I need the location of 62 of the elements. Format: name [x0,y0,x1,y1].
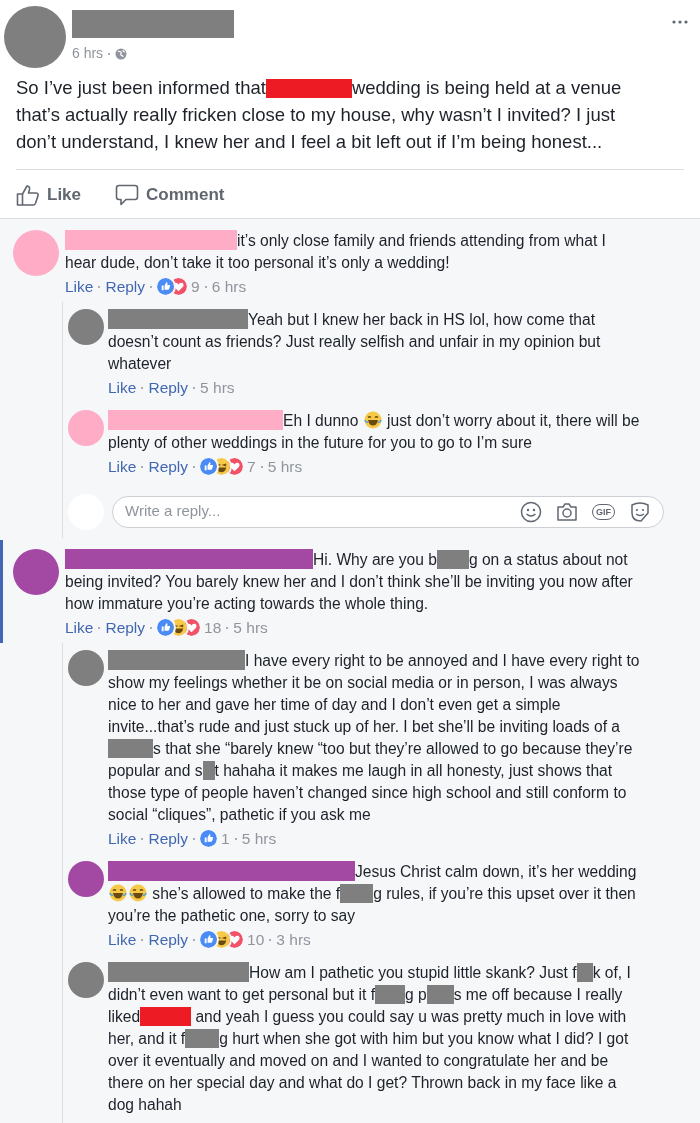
speech-bubble-icon [115,183,140,206]
like-link[interactable]: Like [108,375,137,400]
like-reaction-icon [200,830,218,847]
like-reaction-icon [157,278,175,295]
comment-time: 5 hrs [267,456,303,477]
reaction-count[interactable]: 1 [221,826,230,851]
heart-reaction-icon [226,458,244,475]
comment-text: Yeah but I knew her back in HS lol, how come that doesn’t count as friends? Just really selfish and unfair in my opinion but whatever [108,308,602,374]
laughing-emoji-icon [363,410,382,429]
comment-text: it’s only close family and friends attending from what I hear dude, don’t take it too personal it’s only a wedding! [65,229,607,273]
like-button[interactable]: Like [16,182,82,208]
reply-link[interactable]: Reply [105,274,146,299]
smiley-icon[interactable] [520,500,542,523]
heart-reaction-icon [183,619,201,636]
laughing-reaction-icon [213,931,231,948]
reply-link[interactable]: Reply [148,927,189,952]
like-reaction-icon [200,458,218,475]
laughing-reaction-icon [213,458,231,475]
reaction-count[interactable]: 9 [191,274,200,299]
reaction-count[interactable]: 10 [247,927,265,952]
reply-field[interactable]: Write a reply... GIF [112,495,664,528]
avatar[interactable] [13,548,59,595]
reply-link[interactable]: Reply [148,375,189,400]
camera-icon[interactable] [556,501,578,522]
avatar[interactable] [68,308,104,345]
like-link[interactable]: Like [108,454,137,479]
like-reaction-icon [157,619,175,636]
comment-time: 5 hrs [200,377,235,398]
globe-icon[interactable] [115,47,128,60]
comment-text: Hi. Why are you b g on a status about not being invited? You barely knew her and I don’t think she’ll be inviting you now after how immature you’re acting towards the whole thing. [65,548,634,614]
heart-reaction-icon [170,278,188,295]
comment-text: How am I pathetic you stupid little skank? Just f k of, I didn’t even want to get personal but it f g p s me off because I really liked and yeah I guess you could say u was pretty much in love with her, and it f g hurt when she got with him but you know what I did? I got over it eventually and moved on and I wanted to congratulate her and be there on her special day and what do I get? Thrown back in my face like a dog hahah [108,961,632,1115]
like-link[interactable]: Like [108,927,137,952]
reply-link[interactable]: Reply [148,826,189,851]
post-time[interactable]: 6 hrs [72,43,104,64]
like-reaction-icon [200,931,218,948]
comment-text: Eh I dunno just don’t worry about it, there will be plenty of other weddings in the future for you to go to I’m sure [108,409,641,453]
like-link[interactable]: Like [65,274,94,299]
comment-button[interactable]: Comment [115,182,225,208]
reaction-count[interactable]: 7 [247,454,256,479]
post-text: So I’ve just been informed that wedding is being held at a venue that’s actually really fricken close to my house, why wasn’t I invited? I just don’t understand, I knew her and I feel a bit left out if I’m being honest... [16,76,623,154]
reply-link[interactable]: Reply [148,454,189,479]
sticker-icon[interactable] [629,500,651,523]
laughing-emoji-icon [129,883,147,902]
more-icon[interactable] [672,20,688,24]
comment-text: Jesus Christ calm down, it’s her wedding she’s allowed to make the f g rules, if you’re this upset over it then you’re the pathetic one, sorry to say [108,860,638,926]
heart-reaction-icon [226,931,244,948]
reaction-count[interactable]: 18 [204,615,222,640]
thumbs-up-icon [16,183,40,206]
comment-time: 5 hrs [233,617,268,638]
avatar[interactable] [68,649,104,686]
like-link[interactable]: Like [65,615,94,640]
comment-time: 3 hrs [276,929,311,950]
avatar[interactable] [68,860,104,897]
comment-text: I have every right to be annoyed and I have every right to show my feelings whether it be on social media or in person, I was always nice to her and gave her time of day and I don’t even get a simple invite...that’s rude and just stuck up of her. I bet she’ll be inviting loads of a s that she “barely knew “too but they’re allowed to go because they’re popular and s t hahaha it makes me laugh in all honesty, just shows that those type of people haven’t changed since high school and still conform to social “cliques”, pathetic if you ask me [108,649,641,825]
comment-time: 6 hrs [211,276,247,297]
avatar[interactable] [68,961,104,998]
like-link[interactable]: Like [108,826,137,851]
reply-link[interactable]: Reply [105,615,146,640]
laughing-emoji-icon [109,883,127,902]
laughing-reaction-icon [170,619,188,636]
comment-time: 5 hrs [241,828,277,849]
